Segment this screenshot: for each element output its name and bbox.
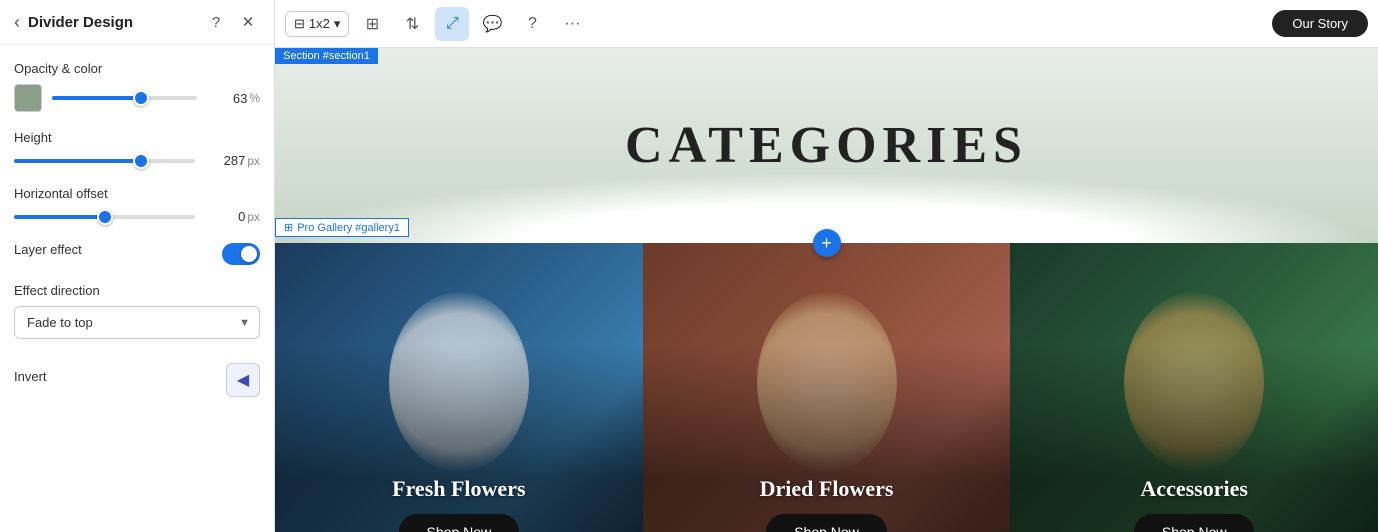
opacity-slider[interactable] bbox=[52, 96, 197, 100]
horizontal-offset-value-input[interactable] bbox=[205, 209, 245, 224]
horizontal-offset-label: Horizontal offset bbox=[14, 186, 260, 201]
help-button[interactable]: ? bbox=[515, 7, 549, 41]
back-button[interactable]: ‹ bbox=[14, 12, 20, 33]
color-swatch[interactable] bbox=[14, 84, 42, 112]
top-toolbar: ⊟ 1x2 ▾ ⊞ ⇅ ⤢ 💬 ? ··· Our Story bbox=[275, 0, 1378, 48]
height-unit: px bbox=[247, 154, 260, 168]
panel-body: Opacity & color % Height bbox=[0, 45, 274, 413]
height-label: Height bbox=[14, 130, 260, 145]
effect-direction-section: Effect direction Fade to top Fade to bot… bbox=[14, 283, 260, 339]
horizontal-offset-slider[interactable] bbox=[14, 215, 195, 219]
close-button[interactable]: ✕ bbox=[236, 10, 260, 34]
card-dried-content: Dried Flowers Shop Now bbox=[643, 476, 1011, 532]
horizontal-offset-unit: px bbox=[247, 210, 260, 224]
layer-effect-section: Layer effect bbox=[14, 242, 260, 265]
add-button[interactable]: + bbox=[813, 229, 841, 257]
card-dried-title: Dried Flowers bbox=[760, 476, 894, 502]
nav-pill[interactable]: Our Story bbox=[1272, 10, 1368, 37]
card-accessories-content: Accessories Shop Now bbox=[1010, 476, 1378, 532]
canvas-area: ⊟ 1x2 ▾ ⊞ ⇅ ⤢ 💬 ? ··· Our Story Section … bbox=[275, 0, 1378, 532]
add-section-button[interactable]: ⊞ bbox=[355, 7, 389, 41]
opacity-color-label: Opacity & color bbox=[14, 61, 260, 76]
invert-button[interactable]: ◀ bbox=[226, 363, 260, 397]
layout-select[interactable]: ⊟ 1x2 ▾ bbox=[285, 11, 349, 37]
section-tag[interactable]: Section #section1 bbox=[275, 48, 378, 64]
panel-header: ‹ Divider Design ? ✕ bbox=[0, 0, 274, 45]
height-section: Height px bbox=[14, 130, 260, 168]
invert-label: Invert bbox=[14, 369, 47, 384]
hero-section: CATEGORIES + bbox=[275, 48, 1378, 243]
gallery-card-dried[interactable]: Dried Flowers Shop Now bbox=[643, 243, 1011, 532]
opacity-value-input[interactable] bbox=[207, 91, 247, 106]
effect-direction-label: Effect direction bbox=[14, 283, 260, 298]
comment-button[interactable]: 💬 bbox=[475, 7, 509, 41]
height-slider-wrap bbox=[14, 159, 195, 163]
chevron-down-icon: ▾ bbox=[334, 16, 341, 32]
gallery-grid: Fresh Flowers Shop Now Dried Flowers Sho… bbox=[275, 243, 1378, 532]
layout-label: 1x2 bbox=[309, 16, 330, 31]
height-value-input[interactable] bbox=[205, 153, 245, 168]
card-accessories-shop-button[interactable]: Shop Now bbox=[1134, 514, 1255, 532]
card-fresh-shop-button[interactable]: Shop Now bbox=[399, 514, 520, 532]
gallery-grid-icon: ⊞ bbox=[284, 221, 293, 234]
gallery-tag-label: Pro Gallery #gallery1 bbox=[297, 222, 400, 234]
grid-icon: ⊟ bbox=[294, 16, 305, 32]
horizontal-offset-slider-wrap bbox=[14, 215, 195, 219]
more-options-button[interactable]: ··· bbox=[555, 7, 589, 41]
move-up-button[interactable]: ⇅ bbox=[395, 7, 429, 41]
gallery-card-fresh[interactable]: Fresh Flowers Shop Now bbox=[275, 243, 643, 532]
help-button[interactable]: ? bbox=[204, 10, 228, 34]
panel-title: Divider Design bbox=[28, 14, 196, 31]
divider-design-panel: ‹ Divider Design ? ✕ Opacity & color % H… bbox=[0, 0, 275, 532]
opacity-unit: % bbox=[249, 91, 260, 105]
invert-section: Invert ◀ bbox=[14, 363, 260, 397]
layer-effect-label: Layer effect bbox=[14, 242, 82, 257]
stretch-button[interactable]: ⤢ bbox=[435, 7, 469, 41]
card-dried-shop-button[interactable]: Shop Now bbox=[766, 514, 887, 532]
hero-title: CATEGORIES bbox=[625, 116, 1028, 175]
gallery-card-accessories[interactable]: Accessories Shop Now bbox=[1010, 243, 1378, 532]
canvas-content: Section #section1 CATEGORIES + ⊞ Pro Gal… bbox=[275, 48, 1378, 532]
card-fresh-content: Fresh Flowers Shop Now bbox=[275, 476, 643, 532]
gallery-tag[interactable]: ⊞ Pro Gallery #gallery1 bbox=[275, 218, 409, 237]
opacity-color-section: Opacity & color % bbox=[14, 61, 260, 112]
effect-direction-dropdown-wrap: Fade to top Fade to bottom ▼ bbox=[14, 306, 260, 339]
layer-effect-toggle[interactable] bbox=[222, 243, 260, 265]
horizontal-offset-section: Horizontal offset px bbox=[14, 186, 260, 224]
card-fresh-title: Fresh Flowers bbox=[392, 476, 525, 502]
card-accessories-title: Accessories bbox=[1140, 476, 1248, 502]
effect-direction-select[interactable]: Fade to top Fade to bottom bbox=[14, 306, 260, 339]
opacity-slider-wrap bbox=[52, 96, 197, 100]
height-slider[interactable] bbox=[14, 159, 195, 163]
